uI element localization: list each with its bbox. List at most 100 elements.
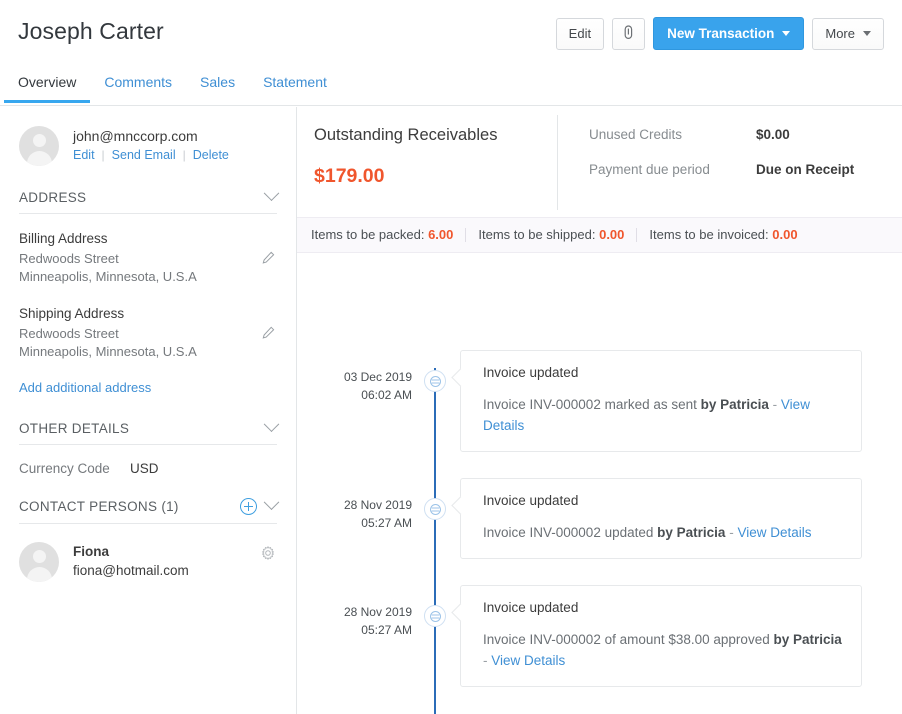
currency-code-label: Currency Code — [19, 461, 130, 476]
chevron-down-icon — [863, 31, 871, 36]
timeline-card-text: Invoice INV-000002 of amount $38.00 appr… — [483, 629, 845, 671]
currency-code-row: Currency Code USD — [19, 461, 277, 476]
gear-icon[interactable] — [261, 546, 275, 560]
summary-divider — [557, 115, 558, 210]
invoice-icon — [424, 370, 446, 392]
timeline-entry-date: 28 Nov 2019 05:27 AM — [297, 478, 422, 532]
other-details-section-header[interactable]: OTHER DETAILS — [19, 421, 277, 445]
items-status-bar: Items to be packed: 6.00 Items to be shi… — [297, 217, 902, 253]
items-to-be-shipped: Items to be shipped: 0.00 — [466, 228, 637, 242]
add-additional-address-link[interactable]: Add additional address — [19, 380, 151, 395]
more-label: More — [825, 26, 855, 41]
timeline-spacer — [297, 452, 902, 478]
timeline-time: 06:02 AM — [297, 386, 412, 404]
unused-credits-label: Unused Credits — [589, 127, 756, 142]
timeline-text-actor: by Patricia — [657, 525, 725, 540]
attachment-button[interactable] — [612, 18, 645, 50]
summary-panel: Outstanding Receivables $179.00 Unused C… — [297, 107, 902, 217]
content-area: john@mnccorp.com Edit | Send Email | Del… — [0, 107, 902, 714]
list-item[interactable]: Fiona fiona@hotmail.com — [19, 542, 277, 582]
tab-comments[interactable]: Comments — [90, 72, 186, 103]
items-to-be-invoiced-value: 0.00 — [772, 227, 797, 242]
tab-bar: Overview Comments Sales Statement — [0, 72, 902, 106]
chevron-down-icon[interactable] — [264, 494, 280, 510]
timeline-entry-date: 03 Dec 2019 06:02 AM — [297, 350, 422, 404]
payment-due-period-label: Payment due period — [589, 162, 756, 177]
timeline-card: Invoice updated Invoice INV-000002 updat… — [460, 478, 862, 559]
view-details-link[interactable]: View Details — [737, 525, 811, 540]
contact-edit-link[interactable]: Edit — [73, 148, 95, 162]
items-to-be-invoiced-label: Items to be invoiced: — [649, 227, 768, 242]
contact-info: john@mnccorp.com Edit | Send Email | Del… — [73, 126, 229, 162]
billing-address-block: Billing Address Redwoods Street Minneapo… — [19, 231, 277, 286]
new-transaction-button[interactable]: New Transaction — [653, 17, 804, 50]
page-header: Joseph Carter Edit New Transaction More — [0, 0, 902, 72]
sidebar: john@mnccorp.com Edit | Send Email | Del… — [0, 107, 297, 714]
unused-credits-value: $0.00 — [756, 127, 790, 142]
timeline-entry-date: 28 Nov 2019 05:27 AM — [297, 585, 422, 639]
contact-persons-section-header[interactable]: CONTACT PERSONS (1) — [19, 498, 277, 524]
timeline-card-title: Invoice updated — [483, 600, 845, 615]
timeline-date: 28 Nov 2019 — [297, 496, 412, 514]
edit-button[interactable]: Edit — [556, 18, 604, 50]
timeline-text-pre: Invoice INV-000002 marked as sent — [483, 397, 701, 412]
header-actions: Edit New Transaction More — [556, 17, 884, 50]
address-section-title: ADDRESS — [19, 190, 86, 205]
tab-overview[interactable]: Overview — [4, 72, 90, 103]
new-transaction-label: New Transaction — [667, 26, 774, 41]
timeline-spacer — [297, 559, 902, 585]
contact-header: john@mnccorp.com Edit | Send Email | Del… — [19, 107, 277, 166]
timeline-text-actor: by Patricia — [701, 397, 769, 412]
shipping-address-title: Shipping Address — [19, 306, 247, 321]
chevron-down-icon[interactable] — [264, 416, 280, 432]
timeline-text-dash: - — [769, 397, 781, 412]
items-to-be-packed: Items to be packed: 6.00 — [299, 228, 466, 242]
invoice-icon — [424, 498, 446, 520]
timeline-entry: 28 Nov 2019 05:27 AM Invoice updated Inv… — [297, 585, 902, 687]
timeline-text-dash: - — [725, 525, 737, 540]
tab-sales[interactable]: Sales — [186, 72, 249, 103]
unused-credits-row: Unused Credits $0.00 — [589, 127, 902, 142]
shipping-address-line1: Redwoods Street — [19, 325, 247, 343]
outstanding-receivables-block: Outstanding Receivables $179.00 — [314, 126, 554, 188]
chevron-down-icon[interactable] — [264, 185, 280, 201]
billing-address-line2: Minneapolis, Minnesota, U.S.A — [19, 268, 247, 286]
contact-persons-section-actions — [240, 498, 277, 515]
shipping-address-block: Shipping Address Redwoods Street Minneap… — [19, 306, 277, 361]
outstanding-receivables-amount: $179.00 — [314, 165, 554, 188]
timeline-card-text: Invoice INV-000002 marked as sent by Pat… — [483, 394, 845, 436]
invoice-icon — [424, 605, 446, 627]
pencil-icon[interactable] — [262, 251, 275, 264]
paperclip-icon — [622, 25, 635, 43]
items-to-be-packed-label: Items to be packed: — [311, 227, 424, 242]
user-avatar-icon — [19, 542, 59, 582]
items-to-be-shipped-value: 0.00 — [599, 227, 624, 242]
shipping-address-line2: Minneapolis, Minnesota, U.S.A — [19, 343, 247, 361]
other-details-section-title: OTHER DETAILS — [19, 421, 129, 436]
contact-send-email-link[interactable]: Send Email — [112, 148, 176, 162]
tab-statement[interactable]: Statement — [249, 72, 341, 103]
view-details-link[interactable]: View Details — [491, 653, 565, 668]
payment-due-period-value: Due on Receipt — [756, 162, 854, 177]
address-section-actions — [266, 192, 277, 203]
tab-bar-divider — [0, 105, 902, 106]
address-section-header[interactable]: ADDRESS — [19, 190, 277, 214]
timeline-text-pre: Invoice INV-000002 of amount $38.00 appr… — [483, 632, 773, 647]
timeline-card-text: Invoice INV-000002 updated by Patricia -… — [483, 522, 845, 543]
plus-circle-icon[interactable] — [240, 498, 257, 515]
contact-delete-link[interactable]: Delete — [193, 148, 229, 162]
person-name: Fiona — [73, 544, 189, 559]
currency-code-value: USD — [130, 461, 159, 476]
link-separator: | — [102, 148, 105, 162]
timeline-date: 28 Nov 2019 — [297, 603, 412, 621]
timeline-text-pre: Invoice INV-000002 updated — [483, 525, 657, 540]
timeline-card-title: Invoice updated — [483, 365, 845, 380]
more-button[interactable]: More — [812, 18, 884, 50]
timeline-card: Invoice updated Invoice INV-000002 marke… — [460, 350, 862, 452]
payment-due-period-row: Payment due period Due on Receipt — [589, 162, 902, 177]
timeline-time: 05:27 AM — [297, 621, 412, 639]
pencil-icon[interactable] — [262, 326, 275, 339]
timeline-card-title: Invoice updated — [483, 493, 845, 508]
items-to-be-packed-value: 6.00 — [428, 227, 453, 242]
user-avatar-icon — [19, 126, 59, 166]
